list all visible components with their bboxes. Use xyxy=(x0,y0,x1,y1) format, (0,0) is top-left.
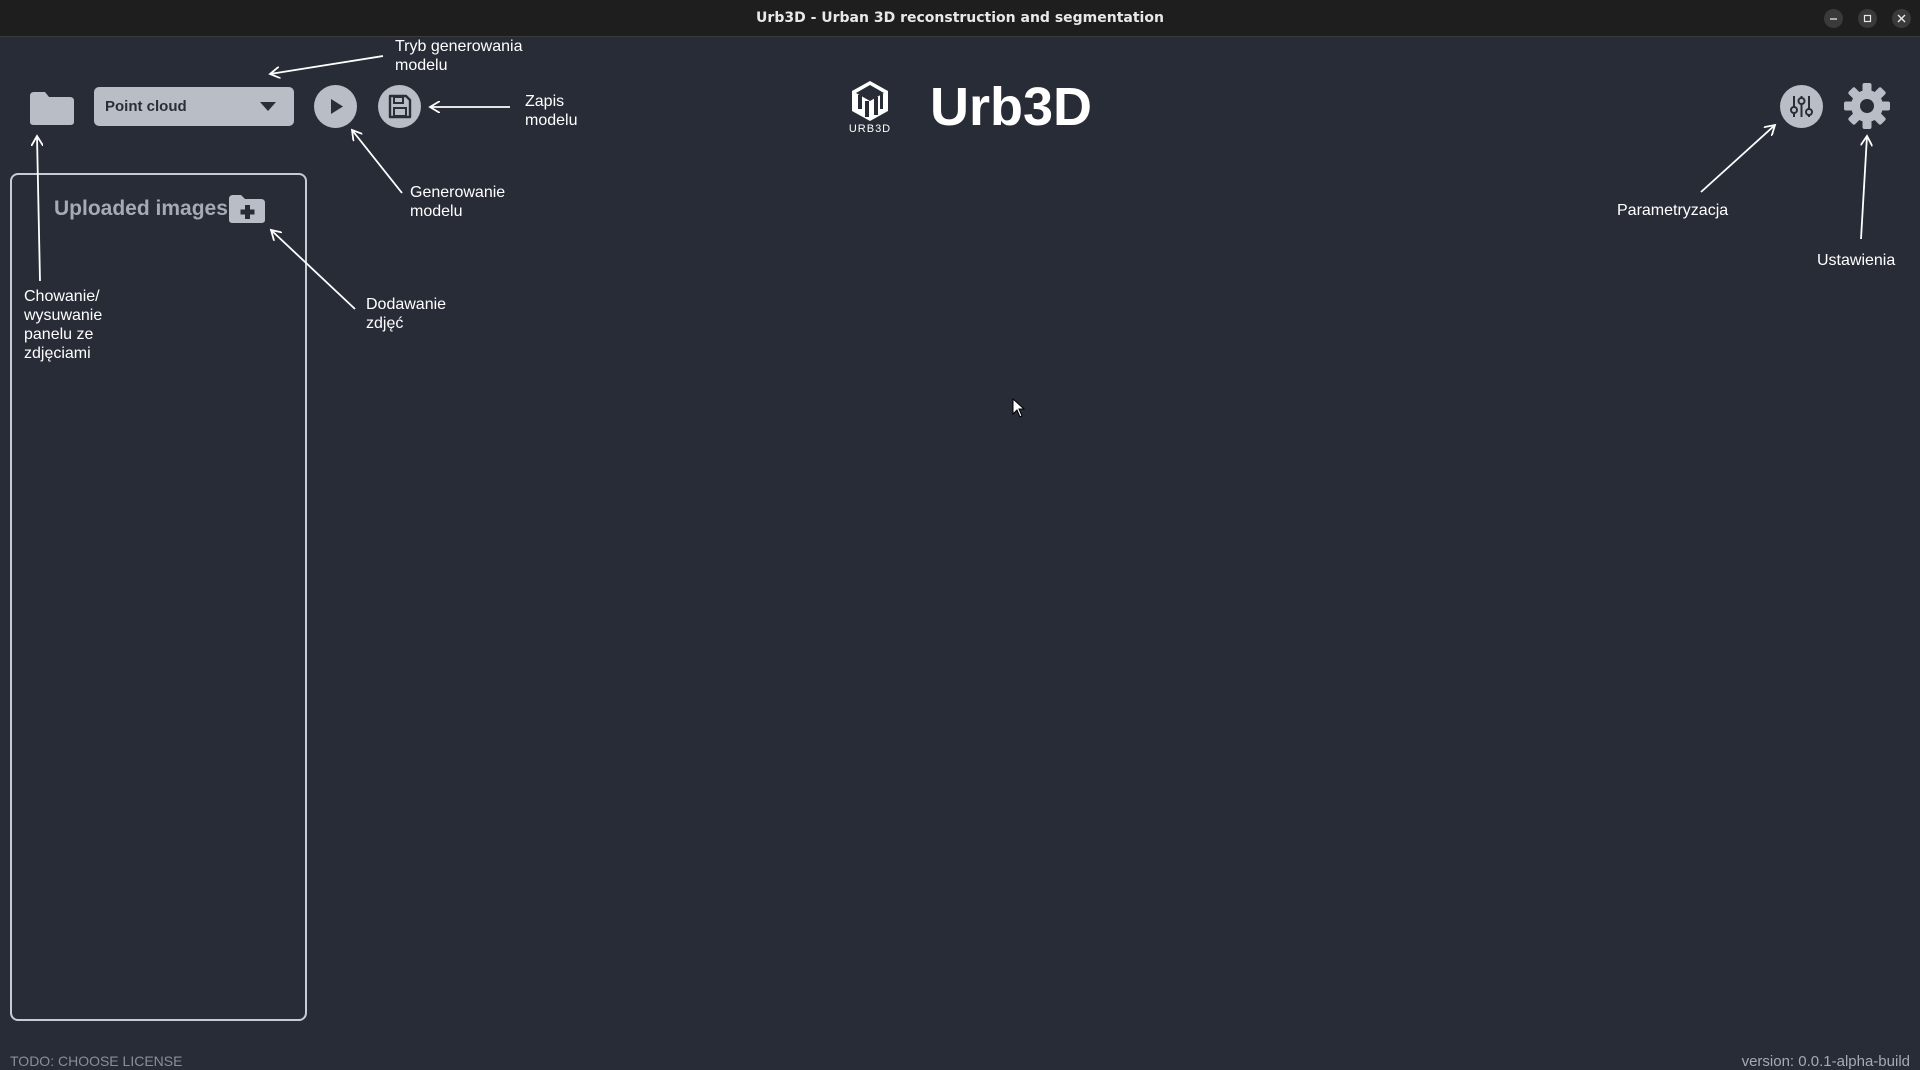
arrow-params xyxy=(1700,125,1775,193)
close-icon xyxy=(1897,14,1906,23)
window-titlebar: Urb3D - Urban 3D reconstruction and segm… xyxy=(0,0,1920,37)
version-text: version: 0.0.1-alpha-build xyxy=(1741,1053,1910,1070)
annotation-arrows xyxy=(0,55,1920,310)
arrow-mode xyxy=(270,55,384,74)
annotation-save: Zapis modelu xyxy=(525,93,578,129)
arrow-toggle xyxy=(37,136,40,282)
annotation-add-images: Dodawanie zdjęć xyxy=(366,296,447,332)
mouse-cursor-icon xyxy=(1012,398,1026,418)
minimize-button[interactable] xyxy=(1824,9,1843,28)
main-window: Point cloud URB3D Urb3D Uploaded images … xyxy=(0,37,1920,1070)
license-text: TODO: CHOOSE LICENSE xyxy=(10,1053,183,1069)
annotation-settings: Ustawienia xyxy=(1817,252,1896,269)
arrow-add-images xyxy=(271,230,356,310)
minimize-icon xyxy=(1830,18,1837,20)
annotation-generate: Generowanie modelu xyxy=(410,184,506,220)
close-button[interactable] xyxy=(1892,9,1911,28)
annotation-params: Parametryzacja xyxy=(1617,202,1729,219)
arrow-generate xyxy=(352,130,403,194)
annotation-toggle-panel: Chowanie/ wysuwanie panelu ze zdjęciami xyxy=(24,288,103,362)
arrow-settings xyxy=(1860,136,1867,240)
maximize-icon xyxy=(1863,14,1872,23)
annotation-mode: Tryb generowania modelu xyxy=(395,38,523,74)
window-title: Urb3D - Urban 3D reconstruction and segm… xyxy=(756,10,1164,26)
maximize-button[interactable] xyxy=(1858,9,1877,28)
